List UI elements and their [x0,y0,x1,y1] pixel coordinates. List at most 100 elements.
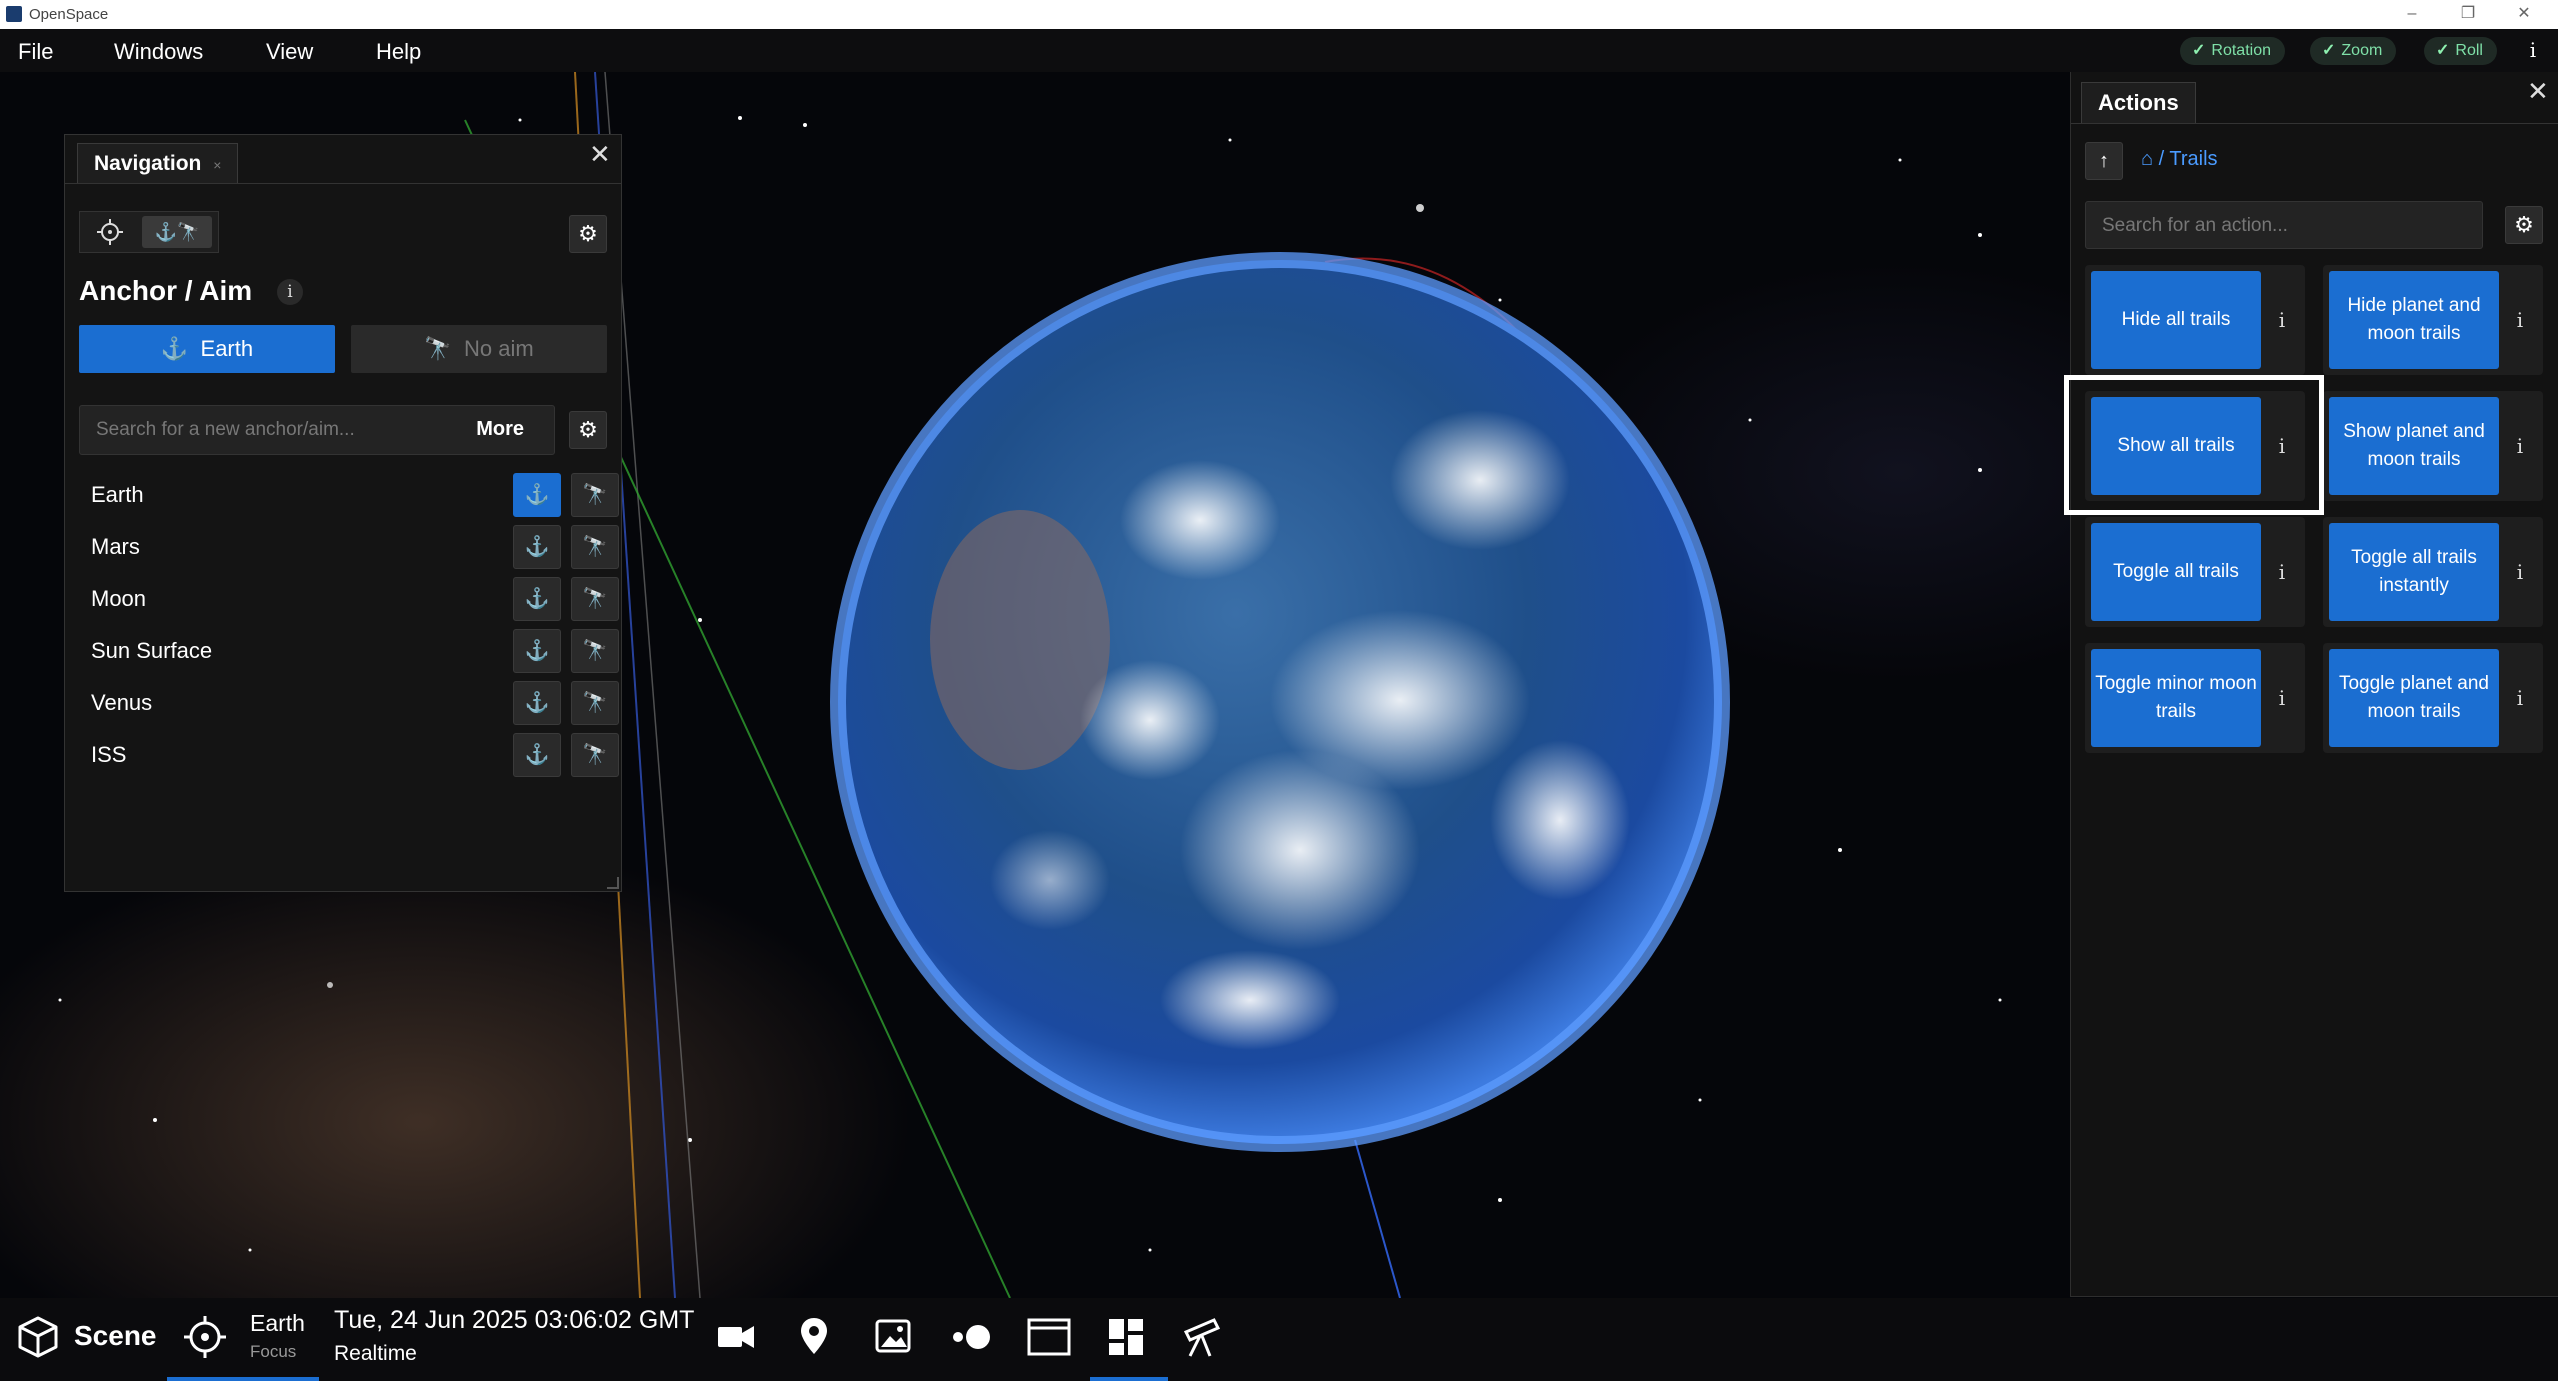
bottom-toolbar: Scene Earth Focus Tue, 24 Jun 2025 03:06… [0,1298,2558,1381]
menu-view[interactable]: View [266,39,313,65]
app-logo-icon [6,6,22,22]
menu-windows[interactable]: Windows [114,39,203,65]
focus-crosshair-icon[interactable] [182,1312,228,1362]
show-planet-moon-trails-button[interactable]: Show planet and moon trails [2329,397,2499,495]
action-card: Hide all trails i [2085,265,2305,375]
object-name: Mars [91,534,140,559]
anchor-icon[interactable]: ⚓ [513,473,561,517]
telescope-icon[interactable]: 🔭 [571,629,619,673]
close-window-button[interactable]: ✕ [2504,2,2544,26]
object-name: Venus [91,690,153,715]
close-actions-icon[interactable]: ✕ [2527,78,2549,104]
focus-mode-button[interactable] [80,212,140,252]
anchor-icon[interactable]: ⚓ [513,681,561,725]
rotation-toggle[interactable]: ✓ Rotation [2180,37,2285,65]
window-titlebar: OpenSpace – ❐ ✕ [0,0,2558,29]
info-icon[interactable]: i [2505,303,2535,337]
navigation-settings-icon[interactable]: ⚙ [569,215,607,253]
minimize-button[interactable]: – [2392,2,2432,26]
more-button[interactable]: More [476,418,524,441]
roll-toggle[interactable]: ✓ Roll [2424,37,2497,65]
object-name: ISS [91,742,127,767]
anchor-aim-info-icon[interactable]: i [277,279,303,305]
toggle-all-trails-button[interactable]: Toggle all trails [2091,523,2261,621]
resize-handle[interactable] [607,877,619,889]
list-item: Earth ⚓ 🔭 [79,471,619,517]
aim-button[interactable]: 🔭 No aim [351,325,607,373]
action-card: Toggle all trails instantly i [2323,517,2543,627]
navigation-panel: Navigation × ✕ ⚓🔭 ⚙ Anchor / Aim i ⚓ Ear… [64,134,622,892]
scene-label[interactable]: Scene [74,1320,157,1352]
breadcrumb[interactable]: ⌂ / Trails [2141,148,2218,171]
location-pin-icon[interactable] [798,1312,830,1362]
object-name: Sun Surface [91,638,213,663]
tab-close-icon[interactable]: × [213,157,221,173]
anchor-icon[interactable]: ⚓ [513,525,561,569]
telescope-icon[interactable]: 🔭 [571,525,619,569]
anchor-aim-mode-button[interactable]: ⚓🔭 [142,216,212,248]
telescope-icon[interactable] [1180,1312,1226,1362]
list-item: Sun Surface ⚓ 🔭 [79,627,619,673]
highlight-box [2064,375,2324,515]
window-title: OpenSpace [29,6,109,23]
crosshair-icon [97,219,123,245]
menu-help[interactable]: Help [376,39,421,65]
hide-planet-moon-trails-button[interactable]: Hide planet and moon trails [2329,271,2499,369]
divider [65,183,621,184]
info-icon[interactable]: i [2505,555,2535,589]
action-card: Hide planet and moon trails i [2323,265,2543,375]
telescope-icon[interactable]: 🔭 [571,577,619,621]
zoom-toggle-label: Zoom [2341,42,2383,59]
anchor-icon[interactable]: ⚓ [513,577,561,621]
search-placeholder: Search for a new anchor/aim... [96,419,355,440]
anchor-value: Earth [200,336,254,361]
check-icon: ✓ [2436,42,2450,59]
toggle-planet-moon-trails-button[interactable]: Toggle planet and moon trails [2329,649,2499,747]
up-arrow-icon[interactable]: ↑ [2085,142,2123,180]
tab-navigation[interactable]: Navigation × [77,143,239,184]
menu-file[interactable]: File [18,39,53,65]
hide-all-trails-button[interactable]: Hide all trails [2091,271,2261,369]
camera-info-icon[interactable]: i [2522,38,2544,62]
info-icon[interactable]: i [2267,303,2297,337]
image-icon[interactable] [874,1312,912,1362]
home-icon: ⌂ [2141,148,2159,170]
time-mode[interactable]: Realtime [334,1342,417,1366]
info-icon[interactable]: i [2267,555,2297,589]
telescope-icon: 🔭 [424,336,464,361]
scene-cube-icon[interactable] [16,1312,60,1362]
focus-name[interactable]: Earth [250,1310,305,1337]
action-card: Toggle minor moon trails i [2085,643,2305,753]
tab-actions[interactable]: Actions [2081,82,2196,123]
maximize-button[interactable]: ❐ [2448,2,2488,26]
info-icon[interactable]: i [2505,681,2535,715]
search-settings-icon[interactable]: ⚙ [569,411,607,449]
action-card: Show planet and moon trails i [2323,391,2543,501]
check-icon: ✓ [2192,42,2206,59]
actions-settings-icon[interactable]: ⚙ [2505,206,2543,244]
list-item: Venus ⚓ 🔭 [79,679,619,725]
telescope-icon[interactable]: 🔭 [571,733,619,777]
toggle-all-trails-instantly-button[interactable]: Toggle all trails instantly [2329,523,2499,621]
anchor-icon[interactable]: ⚓ [513,733,561,777]
exoplanets-icon[interactable] [948,1312,994,1362]
info-icon[interactable]: i [2505,429,2535,463]
toggle-minor-moon-trails-button[interactable]: Toggle minor moon trails [2091,649,2261,747]
dashboard-icon[interactable] [1106,1312,1146,1362]
camera-icon[interactable] [716,1312,756,1362]
anchor-icon: ⚓ [160,336,201,361]
close-navigation-icon[interactable]: ✕ [589,141,611,167]
anchor-search-input[interactable]: Search for a new anchor/aim... More [79,405,555,455]
datetime-display[interactable]: Tue, 24 Jun 2025 03:06:02 GMT [334,1306,694,1335]
telescope-icon[interactable]: 🔭 [571,681,619,725]
anchor-button[interactable]: ⚓ Earth [79,325,335,373]
window-icon[interactable] [1026,1312,1072,1362]
action-search-input[interactable]: Search for an action... [2085,201,2483,249]
info-icon[interactable]: i [2267,681,2297,715]
telescope-icon[interactable]: 🔭 [571,473,619,517]
breadcrumb-label: / Trails [2158,148,2218,170]
object-name: Moon [91,586,147,611]
zoom-toggle[interactable]: ✓ Zoom [2310,37,2397,65]
list-item: Mars ⚓ 🔭 [79,523,619,569]
anchor-icon[interactable]: ⚓ [513,629,561,673]
